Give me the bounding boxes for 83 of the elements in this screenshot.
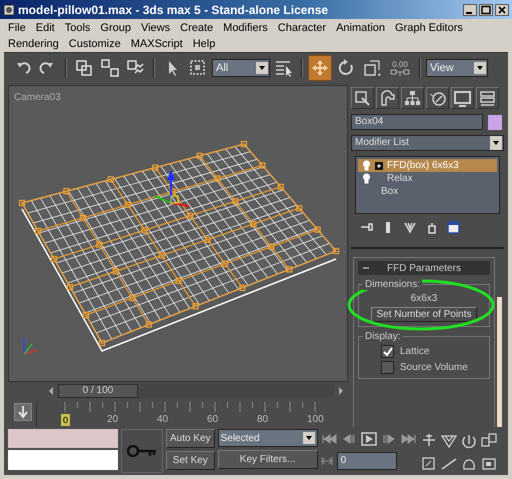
key-mode-button[interactable] (121, 429, 163, 473)
script-output-field[interactable] (8, 450, 118, 470)
key-icon (127, 445, 157, 458)
menu-item[interactable]: Modifiers (218, 20, 273, 36)
light-bulb-icon[interactable] (362, 173, 371, 184)
menu-item[interactable]: Graph Editors (390, 20, 468, 36)
unlink-icon (100, 58, 120, 78)
tick-label: 80 (257, 414, 268, 426)
scale-icon (362, 58, 382, 78)
menu-item[interactable]: Rendering (3, 36, 64, 52)
close-icon[interactable] (495, 4, 509, 16)
tick-label: 20 (107, 414, 118, 426)
configure-sets-icon[interactable] (447, 221, 461, 236)
tick-label: 40 (157, 414, 168, 426)
create-tab-icon[interactable] (353, 88, 372, 108)
object-color-swatch[interactable] (488, 114, 502, 130)
tick-label: 100 (307, 414, 324, 426)
checkbox-label: Source Volume (400, 362, 468, 374)
menu-item[interactable]: Help (188, 36, 220, 52)
previous-key-icon[interactable] (340, 432, 357, 446)
menu-item[interactable]: Create (175, 20, 218, 36)
checkbox[interactable] (381, 345, 394, 358)
time-marker[interactable]: 0 (61, 414, 70, 426)
minimize-icon[interactable] (463, 4, 477, 16)
modify-tab-icon[interactable] (378, 88, 397, 108)
curve-editor-icon[interactable] (14, 402, 32, 421)
coordinate-system-dropdown[interactable]: View (426, 59, 488, 78)
next-frame-icon[interactable] (338, 386, 344, 395)
toolbar-button[interactable] (308, 55, 332, 82)
go-to-end-icon[interactable] (400, 432, 417, 446)
menu-item[interactable]: MAXScript (126, 36, 188, 52)
selection-filter-dropdown[interactable]: All (212, 59, 270, 78)
tick-label: 60 (207, 414, 218, 426)
menu-item[interactable]: File (3, 20, 31, 36)
checkbox[interactable] (381, 361, 394, 374)
axis-tripod-icon (23, 338, 38, 356)
app-icon (3, 4, 15, 16)
link-icon (74, 58, 94, 78)
menu-item[interactable]: Character (272, 20, 332, 36)
menu-item[interactable]: Customize (64, 36, 126, 52)
next-key-icon[interactable] (380, 432, 397, 446)
menu-item[interactable]: Animation (331, 20, 390, 36)
menu-item[interactable]: Views (136, 20, 176, 36)
utilities-tab-icon[interactable] (478, 88, 497, 108)
key-filters-button[interactable]: Key Filters... (218, 450, 318, 470)
stack-item[interactable]: Box (358, 185, 497, 198)
collapse-icon[interactable] (363, 265, 369, 272)
current-frame-field[interactable]: 0 (336, 452, 397, 470)
hierarchy-tab-icon[interactable] (403, 88, 422, 108)
window-title: model-pillow01.max - 3ds max 5 - Stand-alone License (18, 2, 330, 17)
maximize-viewport-icon[interactable] (480, 432, 498, 448)
set-key-button[interactable]: Set Key (166, 451, 215, 470)
time-slider-thumb[interactable]: 0 / 100 (58, 384, 138, 398)
rollout-header[interactable]: FFD Parameters (358, 261, 490, 276)
spinner-snap-button[interactable]: 0.00 (386, 60, 414, 77)
move-icon (310, 58, 330, 78)
menu-item[interactable]: Edit (30, 20, 60, 36)
go-to-start-icon[interactable] (320, 432, 337, 446)
group-label: Dimensions: (363, 279, 422, 290)
key-mode-dropdown[interactable]: Selected (218, 429, 318, 448)
set-number-of-points-button[interactable]: Set Number of Points (371, 307, 477, 322)
previous-frame-icon[interactable] (48, 386, 54, 395)
dimensions-value: 6x6x3 (410, 293, 438, 304)
checkbox-label: Lattice (400, 346, 430, 358)
object-name-field[interactable]: Box04 (351, 114, 483, 130)
play-icon[interactable] (360, 432, 377, 446)
script-listener-field[interactable] (8, 429, 118, 448)
make-unique-icon[interactable] (403, 221, 417, 236)
group-label: Display: (363, 331, 403, 342)
menu-item[interactable]: Group (95, 20, 136, 36)
key-mode-toggle-icon[interactable] (320, 455, 333, 468)
modifier-list-dropdown[interactable]: Modifier List (351, 135, 504, 152)
transform-gizmo (154, 170, 190, 208)
auto-key-button[interactable]: Auto Key (166, 429, 215, 448)
snap-icon (390, 68, 410, 77)
time-slider-track[interactable]: 0 / 100 (58, 384, 334, 398)
stack-item[interactable]: Relax (358, 172, 497, 186)
display-tab-icon[interactable] (453, 88, 472, 108)
maximize-icon[interactable] (479, 4, 493, 16)
menu-item[interactable]: Tools (60, 20, 96, 36)
scrollbar[interactable] (497, 297, 502, 428)
check-icon (382, 346, 392, 357)
expand-icon[interactable] (375, 162, 383, 170)
